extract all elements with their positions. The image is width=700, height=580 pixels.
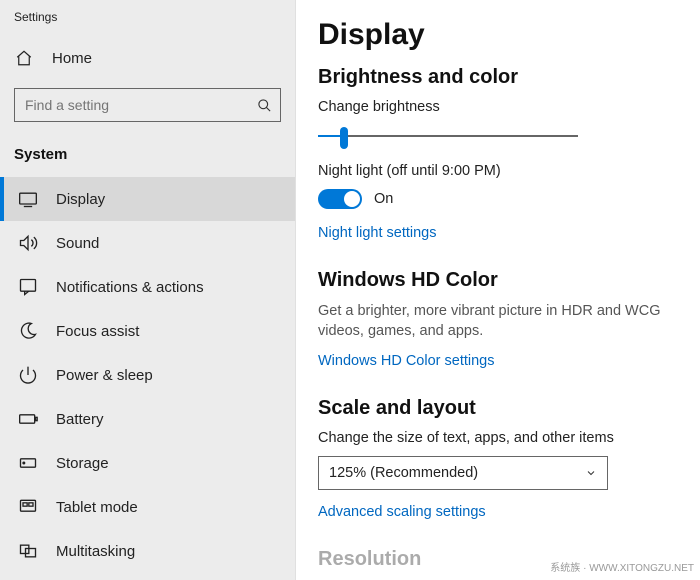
heading-scale-layout: Scale and layout <box>318 397 680 420</box>
search-box[interactable] <box>14 88 281 122</box>
nav-item-label: Multitasking <box>56 543 135 560</box>
nav-item-storage[interactable]: Storage <box>0 441 295 485</box>
label-night-light: Night light (off until 9:00 PM) <box>318 163 680 179</box>
nav-item-multitasking[interactable]: Multitasking <box>0 529 295 573</box>
nav-item-notifications[interactable]: Notifications & actions <box>0 265 295 309</box>
battery-icon <box>18 409 38 429</box>
nav-item-label: Sound <box>56 235 99 252</box>
nav-item-label: Battery <box>56 411 104 428</box>
settings-main: Display Brightness and color Change brig… <box>296 0 700 580</box>
focus-assist-icon <box>18 321 38 341</box>
scale-dropdown[interactable]: 125% (Recommended) <box>318 456 608 490</box>
settings-sidebar: Settings Home System Display Sound <box>0 0 296 580</box>
nav-item-label: Notifications & actions <box>56 279 204 296</box>
tablet-icon <box>18 497 38 517</box>
display-icon <box>18 189 38 209</box>
hd-color-description: Get a brighter, more vibrant picture in … <box>318 302 680 341</box>
night-light-toggle-state: On <box>374 191 393 207</box>
notifications-icon <box>18 277 38 297</box>
sound-icon <box>18 233 38 253</box>
watermark: 系统族 · WWW.XITONGZU.NET <box>550 559 694 574</box>
power-icon <box>18 365 38 385</box>
chevron-down-icon <box>585 467 597 479</box>
nav-home[interactable]: Home <box>0 38 295 78</box>
link-night-light-settings[interactable]: Night light settings <box>318 225 436 241</box>
nav-item-label: Display <box>56 191 105 208</box>
page-title: Display <box>318 18 680 52</box>
scale-dropdown-value: 125% (Recommended) <box>329 465 478 481</box>
night-light-toggle[interactable] <box>318 189 362 209</box>
link-hd-color-settings[interactable]: Windows HD Color settings <box>318 353 494 369</box>
link-advanced-scaling[interactable]: Advanced scaling settings <box>318 504 486 520</box>
multitasking-icon <box>18 541 38 561</box>
nav-item-power-sleep[interactable]: Power & sleep <box>0 353 295 397</box>
nav-item-sound[interactable]: Sound <box>0 221 295 265</box>
nav-item-battery[interactable]: Battery <box>0 397 295 441</box>
slider-track <box>318 135 578 137</box>
brightness-slider[interactable] <box>318 125 578 149</box>
slider-thumb[interactable] <box>340 127 348 149</box>
nav-item-display[interactable]: Display <box>0 177 295 221</box>
section-label-system: System <box>0 136 295 177</box>
search-input[interactable] <box>25 97 257 113</box>
nav-item-label: Tablet mode <box>56 499 138 516</box>
label-change-brightness: Change brightness <box>318 99 680 115</box>
nav-item-focus-assist[interactable]: Focus assist <box>0 309 295 353</box>
nav-item-label: Storage <box>56 455 109 472</box>
nav-item-label: Focus assist <box>56 323 139 340</box>
heading-brightness-color: Brightness and color <box>318 66 680 89</box>
storage-icon <box>18 453 38 473</box>
label-scale: Change the size of text, apps, and other… <box>318 430 680 446</box>
heading-hd-color: Windows HD Color <box>318 269 680 292</box>
home-icon <box>14 48 34 68</box>
toggle-knob <box>344 191 360 207</box>
search-icon <box>257 98 272 113</box>
nav-home-label: Home <box>52 50 92 67</box>
app-title: Settings <box>0 6 295 38</box>
nav-item-label: Power & sleep <box>56 367 153 384</box>
nav-item-tablet-mode[interactable]: Tablet mode <box>0 485 295 529</box>
